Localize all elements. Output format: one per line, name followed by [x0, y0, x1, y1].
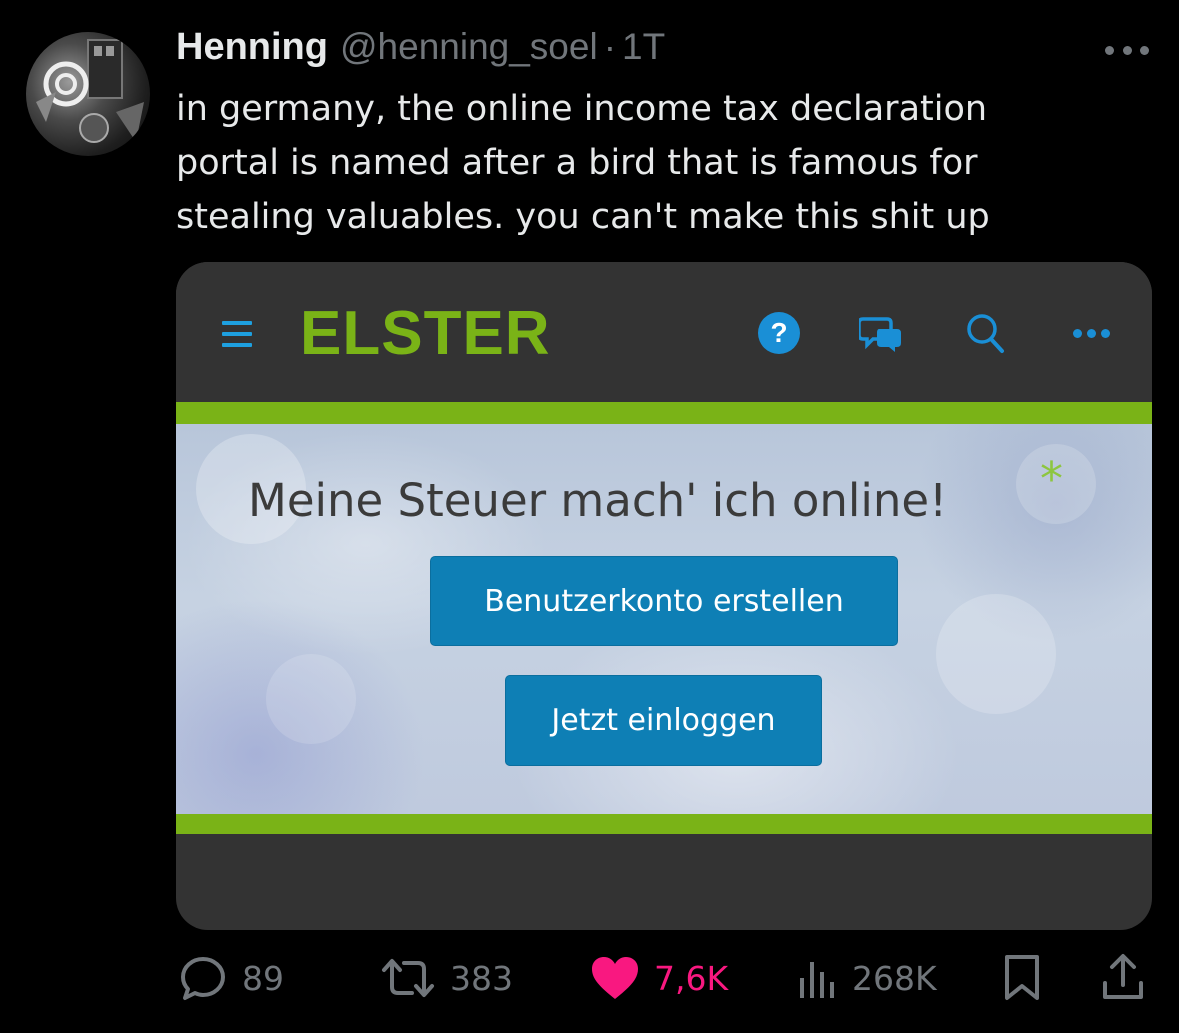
tweet-text: in germany, the online income tax declar…	[176, 89, 990, 237]
elster-logo: ELSTER	[300, 299, 551, 368]
slogan-text: Meine Steuer mach' ich online!	[248, 474, 948, 527]
retweet-icon	[382, 959, 434, 997]
chat-icon	[856, 308, 906, 358]
green-divider-top	[176, 402, 1152, 424]
avatar[interactable]	[26, 32, 150, 156]
reply-icon	[181, 957, 225, 1000]
bookmark-button[interactable]	[1002, 948, 1042, 1008]
views-button[interactable]: 268K	[798, 948, 937, 1008]
share-icon	[1103, 954, 1143, 999]
avatar-image	[36, 39, 144, 143]
star-decoration: *	[1040, 452, 1063, 506]
tweet-actions-bar: 89 383 7,6K 268K	[0, 948, 1179, 1008]
heart-icon	[592, 957, 638, 999]
like-count: 7,6K	[654, 958, 729, 998]
login-button: Jetzt einloggen	[505, 675, 822, 766]
tweet-header: Henning @henning_soel · 1T	[176, 26, 665, 74]
green-divider-bottom	[176, 814, 1152, 834]
retweet-count: 383	[450, 958, 513, 998]
elster-app-bar: ELSTER ?	[176, 262, 1152, 402]
bookmark-icon	[1005, 955, 1039, 1000]
create-account-button: Benutzerkonto erstellen	[430, 556, 898, 646]
timestamp[interactable]: 1T	[622, 26, 665, 68]
views-icon	[800, 962, 834, 998]
reply-button[interactable]: 89	[178, 948, 284, 1008]
more-dots-icon	[1068, 308, 1114, 358]
menu-icon	[222, 321, 252, 347]
views-count: 268K	[852, 958, 937, 998]
more-options-icon[interactable]	[1105, 36, 1149, 64]
author-handle[interactable]: @henning_soel	[340, 26, 598, 68]
hero-banner: Meine Steuer mach' ich online! * Benutze…	[176, 424, 1152, 814]
help-icon-label: ?	[758, 312, 800, 354]
help-icon: ?	[754, 308, 804, 358]
search-icon	[960, 308, 1010, 358]
tweet-media-image[interactable]: ELSTER ? Meine Steuer mach' ich online! …	[176, 262, 1152, 930]
retweet-button[interactable]: 383	[380, 948, 513, 1008]
like-button[interactable]: 7,6K	[590, 948, 728, 1008]
share-button[interactable]	[1100, 948, 1146, 1008]
author-name[interactable]: Henning	[176, 26, 328, 69]
reply-count: 89	[242, 958, 284, 998]
separator-dot: ·	[603, 26, 617, 67]
